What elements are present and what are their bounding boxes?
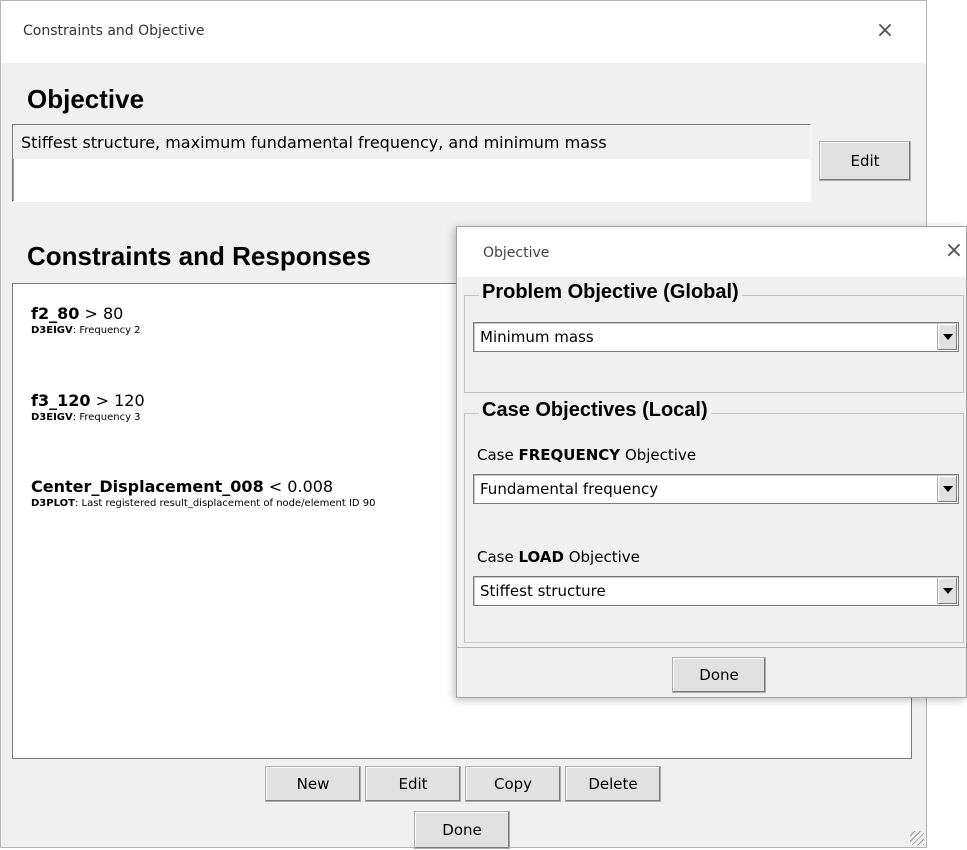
case-frequency-label: Case FREQUENCY Objective bbox=[477, 446, 697, 464]
problem-objective-title: Problem Objective (Global) bbox=[479, 281, 742, 304]
delete-button[interactable]: Delete bbox=[565, 766, 661, 802]
done-button[interactable]: Done bbox=[414, 811, 510, 849]
problem-objective-select[interactable]: Minimum mass bbox=[473, 322, 959, 352]
problem-objective-value: Minimum mass bbox=[480, 328, 594, 346]
new-button[interactable]: New bbox=[265, 766, 361, 802]
edit-objective-button[interactable]: Edit bbox=[819, 141, 911, 181]
window-title: Constraints and Objective bbox=[23, 23, 205, 39]
problem-objective-group: Problem Objective (Global) Minimum mass bbox=[464, 281, 964, 393]
resize-grip-icon[interactable] bbox=[910, 831, 924, 845]
list-item[interactable]: f2_80 > 80 D3EIGV: Frequency 2 bbox=[31, 304, 141, 336]
list-item[interactable]: Center_Displacement_008 < 0.008 D3PLOT: … bbox=[31, 477, 376, 509]
constraint-value: 80 bbox=[102, 304, 124, 323]
close-icon[interactable]: × bbox=[942, 240, 966, 264]
constraint-name: Center_Displacement_008 bbox=[31, 477, 264, 496]
edit-button[interactable]: Edit bbox=[365, 766, 461, 802]
title-bar: Constraints and Objective × bbox=[1, 1, 926, 63]
constraint-name: f2_80 bbox=[31, 304, 80, 323]
case-load-value: Stiffest structure bbox=[480, 582, 606, 600]
dialog-title: Objective bbox=[483, 245, 550, 261]
objective-summary-text: Stiffest structure, maximum fundamental … bbox=[21, 133, 607, 152]
constraint-name: f3_120 bbox=[31, 391, 91, 410]
objective-summary-box: Stiffest structure, maximum fundamental … bbox=[12, 124, 811, 202]
case-load-label: Case LOAD Objective bbox=[477, 548, 640, 566]
constraint-source: D3PLOT bbox=[31, 498, 75, 509]
constraint-value: 120 bbox=[114, 391, 145, 410]
constraint-source: D3EIGV bbox=[31, 412, 73, 423]
chevron-down-icon[interactable] bbox=[937, 578, 957, 604]
case-objectives-title: Case Objectives (Local) bbox=[479, 399, 711, 422]
constraint-description: Frequency 3 bbox=[79, 412, 141, 423]
chevron-down-icon[interactable] bbox=[937, 476, 957, 502]
copy-button[interactable]: Copy bbox=[465, 766, 561, 802]
objective-dialog: Objective × Problem Objective (Global) M… bbox=[456, 226, 967, 698]
constraint-source: D3EIGV bbox=[31, 325, 73, 336]
constraint-description: Last registered result_displacement of n… bbox=[81, 498, 376, 509]
objective-heading: Objective bbox=[27, 84, 145, 114]
constraint-operator: > bbox=[95, 391, 109, 410]
constraints-heading: Constraints and Responses bbox=[27, 241, 371, 271]
case-frequency-value: Fundamental frequency bbox=[480, 480, 659, 498]
chevron-down-icon[interactable] bbox=[937, 324, 957, 350]
case-frequency-select[interactable]: Fundamental frequency bbox=[473, 474, 959, 504]
dialog-title-bar: Objective × bbox=[457, 227, 966, 277]
case-load-select[interactable]: Stiffest structure bbox=[473, 576, 959, 606]
dialog-done-button[interactable]: Done bbox=[672, 657, 766, 693]
constraint-operator: < bbox=[268, 477, 283, 496]
constraint-description: Frequency 2 bbox=[79, 325, 141, 336]
case-objectives-group: Case Objectives (Local) Case FREQUENCY O… bbox=[464, 399, 964, 643]
close-icon[interactable]: × bbox=[873, 20, 897, 44]
constraint-operator: > bbox=[84, 304, 98, 323]
dialog-separator bbox=[457, 647, 966, 648]
constraint-value: 0.008 bbox=[287, 477, 334, 496]
list-item[interactable]: f3_120 > 120 D3EIGV: Frequency 3 bbox=[31, 391, 145, 423]
